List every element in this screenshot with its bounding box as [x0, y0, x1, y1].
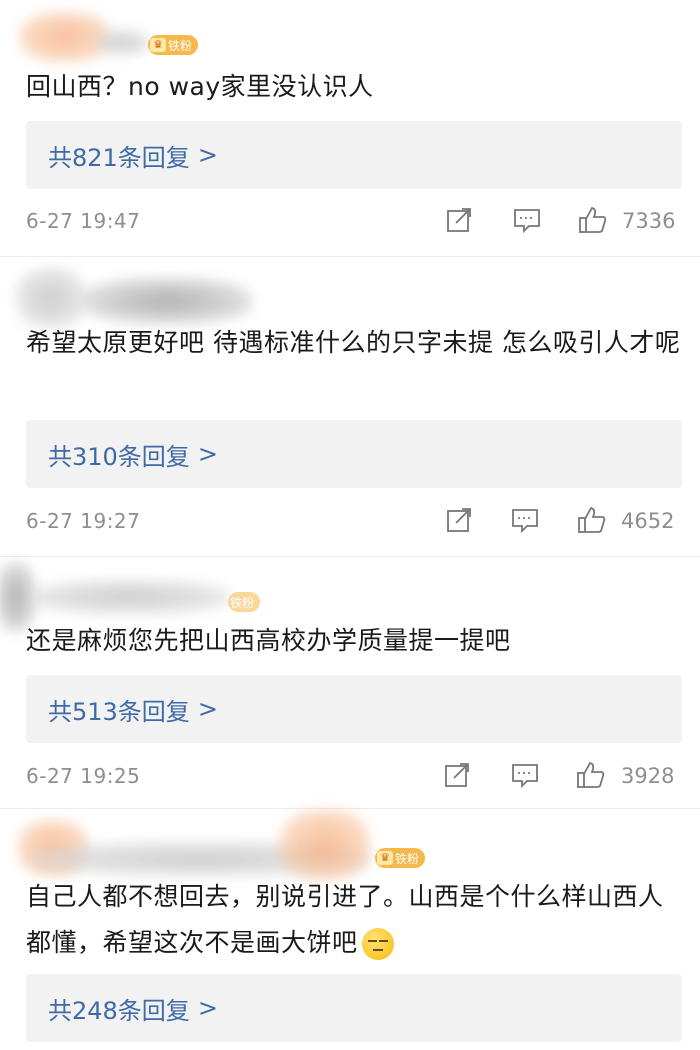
share-icon [447, 508, 471, 532]
chevron-right-icon: > [197, 440, 218, 468]
username[interactable] [82, 278, 252, 324]
comment-button[interactable] [512, 205, 548, 239]
share-button[interactable] [444, 505, 480, 539]
comment-button[interactable] [510, 505, 546, 539]
divider [0, 256, 700, 257]
comment-time: 6-27 19:27 [26, 509, 141, 533]
like-button[interactable] [576, 760, 612, 794]
comment-item: ♛ 铁粉 自己人都不想回去，别说引进了。山西是个什么样山西人都懂，希望这次不是画… [0, 810, 700, 1050]
comment-header [0, 264, 700, 328]
thumbs-up-icon [579, 206, 607, 233]
chevron-right-icon: > [197, 695, 218, 723]
comment-icon [512, 764, 538, 789]
view-replies-button[interactable]: 共248条回复 > [26, 974, 682, 1042]
avatar[interactable] [16, 268, 86, 328]
crown-icon: ♛ [377, 851, 393, 865]
view-replies-button[interactable]: 共821条回复 > [26, 121, 682, 189]
like-button[interactable] [577, 505, 613, 539]
username[interactable] [30, 580, 230, 614]
chevron-right-icon: > [197, 994, 218, 1022]
fan-badge: ♛ 铁粉 [148, 35, 199, 55]
thumbs-up-icon [578, 506, 606, 533]
replies-label: 共310条回复 [48, 442, 190, 471]
smirk-emoji-icon [361, 928, 394, 960]
replies-label: 共821条回复 [48, 143, 190, 172]
view-replies-button[interactable]: 共513条回复 > [26, 675, 682, 743]
comment-time: 6-27 19:25 [26, 764, 141, 788]
comment-time: 6-27 19:47 [26, 209, 141, 233]
like-button[interactable] [578, 205, 614, 239]
comment-text: 希望太原更好吧 待遇标准什么的只字未提 怎么吸引人才呢 [26, 328, 681, 357]
comment-icon [514, 209, 540, 234]
comment-item: 希望太原更好吧 待遇标准什么的只字未提 怎么吸引人才呢 共310条回复 > 6-… [0, 258, 700, 558]
comment-text: 还是麻烦您先把山西高校办学质量提一提吧 [26, 626, 511, 655]
share-icon [445, 763, 469, 787]
like-count: 3928 [621, 764, 675, 788]
comment-header: ♛ 铁粉 [0, 10, 700, 62]
username[interactable] [95, 30, 150, 55]
username [280, 810, 370, 880]
replies-label: 共248条回复 [48, 996, 190, 1025]
comment-icon [512, 509, 538, 534]
fan-badge-label: 铁粉 [168, 38, 193, 53]
comment-header: ♛ 铁粉 [0, 810, 700, 880]
like-count: 7336 [622, 209, 676, 233]
comment-meta: 6-27 19:25 3928 [0, 758, 700, 798]
divider [0, 556, 700, 557]
comment-feed: ♛ 铁粉 回山西？no way家里没认识人 共821条回复 > 6-27 19:… [0, 0, 700, 1050]
comment-item: 铁粉 还是麻烦您先把山西高校办学质量提一提吧 共513条回复 > 6-27 19… [0, 558, 700, 810]
share-button[interactable] [444, 205, 480, 239]
fan-badge-label: 铁粉 [395, 851, 420, 866]
like-count: 4652 [621, 509, 675, 533]
view-replies-button[interactable]: 共310条回复 > [26, 420, 682, 488]
share-icon [447, 208, 471, 232]
comment-meta: 6-27 19:47 7336 [0, 203, 700, 243]
comment-button[interactable] [510, 760, 546, 794]
fan-badge-label: 铁粉 [230, 595, 255, 610]
comment-item: ♛ 铁粉 回山西？no way家里没认识人 共821条回复 > 6-27 19:… [0, 0, 700, 258]
replies-label: 共513条回复 [48, 697, 190, 726]
thumbs-up-icon [577, 761, 605, 788]
comment-text-body: 自己人都不想回去，别说引进了。山西是个什么样山西人都懂，希望这次不是画大饼吧 [26, 882, 664, 957]
crown-icon: ♛ [150, 38, 166, 52]
comment-text: 自己人都不想回去，别说引进了。山西是个什么样山西人都懂，希望这次不是画大饼吧 [26, 874, 686, 966]
comment-meta: 6-27 19:27 4652 [0, 503, 700, 543]
comment-header: 铁粉 [0, 562, 700, 632]
chevron-right-icon: > [197, 141, 218, 169]
fan-badge: ♛ 铁粉 [375, 848, 426, 868]
divider [0, 808, 700, 809]
fan-badge: 铁粉 [228, 592, 261, 612]
share-button[interactable] [442, 760, 478, 794]
comment-text: 回山西？no way家里没认识人 [26, 72, 374, 101]
